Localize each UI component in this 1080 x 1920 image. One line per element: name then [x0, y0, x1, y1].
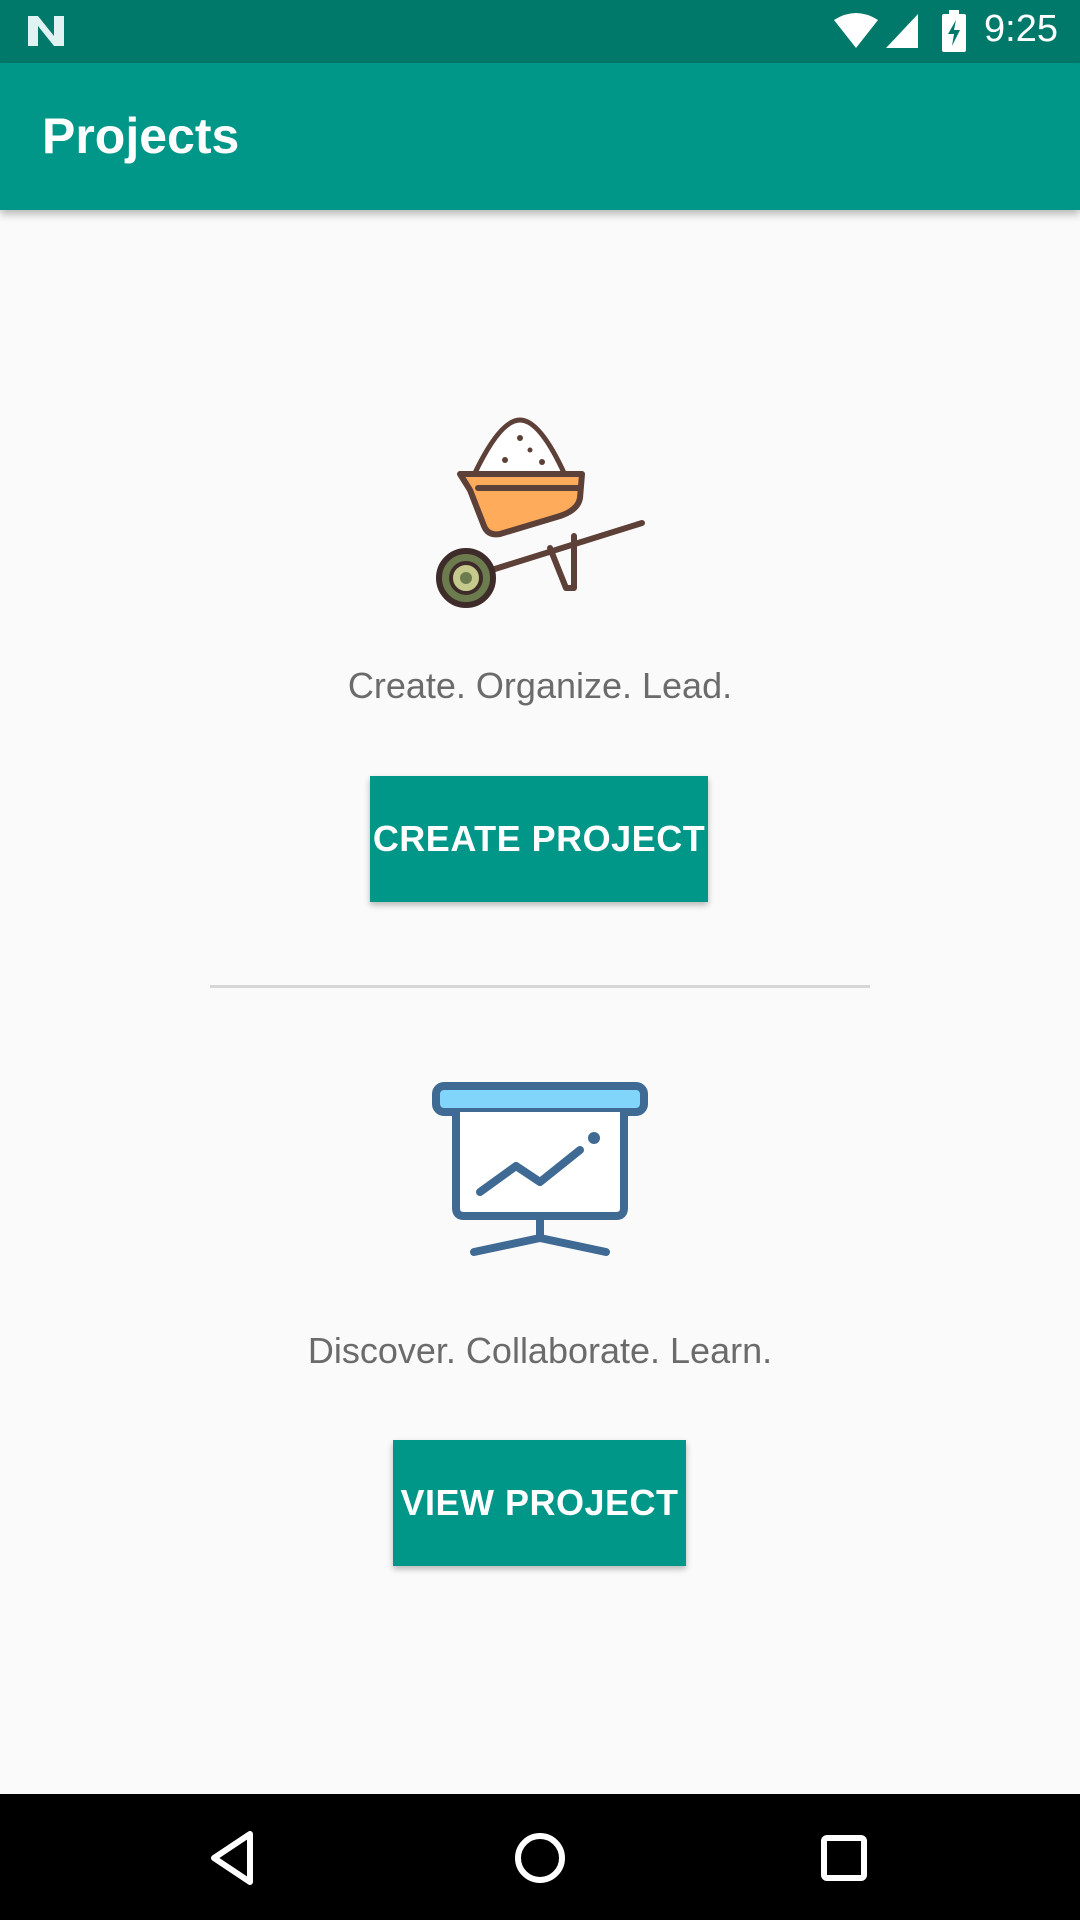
section-divider: [210, 985, 870, 988]
home-icon[interactable]: [508, 1826, 572, 1890]
main-content: Create. Organize. Lead. CREATE PROJECT D…: [0, 210, 1080, 1794]
page-title: Projects: [42, 108, 240, 164]
wheelbarrow-icon: [436, 417, 645, 608]
signal-icon: [886, 14, 918, 48]
create-project-button[interactable]: CREATE PROJECT: [370, 776, 708, 902]
back-icon[interactable]: [204, 1826, 268, 1890]
view-project-label: VIEW PROJECT: [400, 1482, 679, 1523]
status-bar: 9:25: [0, 0, 1080, 63]
battery-charging-icon: [942, 10, 966, 52]
navigation-bar: [0, 1794, 1080, 1920]
wifi-icon: [834, 13, 878, 48]
create-tagline: Create. Organize. Lead.: [347, 665, 733, 706]
view-tagline: Discover. Collaborate. Learn.: [307, 1330, 773, 1371]
recent-apps-icon[interactable]: [812, 1826, 876, 1890]
n-logo-icon: [28, 16, 64, 46]
presentation-chart-icon: [432, 1082, 648, 1256]
status-clock: 9:25: [984, 8, 1058, 50]
app-bar: Projects: [0, 63, 1080, 210]
view-project-button[interactable]: VIEW PROJECT: [393, 1440, 686, 1566]
create-project-label: CREATE PROJECT: [372, 818, 706, 859]
